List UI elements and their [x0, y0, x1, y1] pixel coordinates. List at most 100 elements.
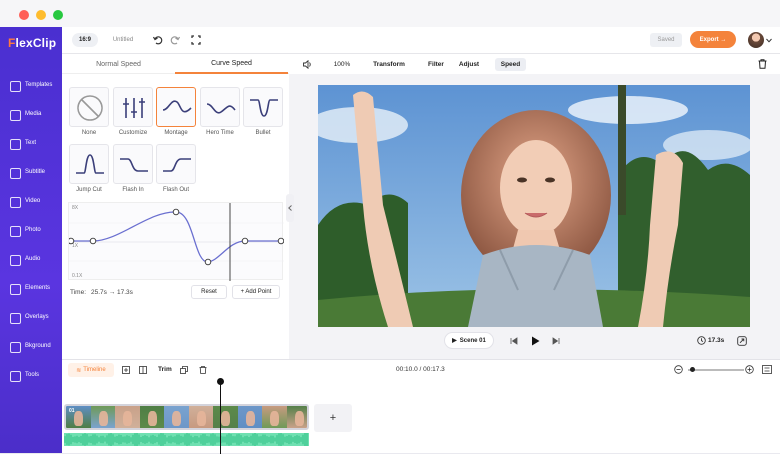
playhead-knob[interactable]: [217, 378, 224, 385]
subtitle-icon: [10, 168, 21, 179]
clip-thumbnail: [237, 406, 263, 428]
zoom-in-icon[interactable]: [745, 365, 754, 374]
photo-icon: [10, 226, 21, 237]
video-preview[interactable]: [318, 85, 750, 327]
fit-timeline-icon[interactable]: [762, 365, 772, 374]
tab-adjust[interactable]: Adjust: [455, 58, 483, 71]
close-window-dot[interactable]: [19, 10, 29, 20]
avatar[interactable]: [748, 32, 764, 48]
zoom-slider-handle[interactable]: [690, 367, 695, 372]
clip-thumbnail: [139, 406, 165, 428]
preset-curve-icon: [206, 103, 236, 114]
text-icon: [10, 139, 21, 150]
add-scene-icon[interactable]: [122, 366, 130, 374]
chevron-left-icon[interactable]: [288, 205, 292, 211]
audio-waveform[interactable]: [64, 433, 309, 446]
tab-transform[interactable]: Transform: [369, 58, 409, 71]
scene-selector[interactable]: ▶ Scene 01: [444, 332, 494, 349]
minimize-window-dot[interactable]: [36, 10, 46, 20]
speed-curve-line: [71, 211, 281, 263]
play-icon[interactable]: [531, 336, 540, 346]
sidebar-item-label: Bkground: [25, 343, 51, 349]
app-window: FlexClip Templates Media Text Subtitle Video…: [0, 0, 780, 454]
sidebar-item-label: Audio: [25, 256, 41, 262]
preset-none[interactable]: [69, 87, 109, 127]
sidebar-item-subtitle[interactable]: Subtitle: [0, 160, 62, 189]
maximize-window-dot[interactable]: [53, 10, 63, 20]
reset-button[interactable]: Reset: [191, 285, 227, 299]
sidebar-item-photo[interactable]: Photo: [0, 218, 62, 247]
project-name[interactable]: Untitled: [104, 33, 142, 47]
skip-forward-icon[interactable]: [552, 337, 560, 345]
redo-icon[interactable]: [170, 35, 180, 45]
curve-point: [89, 237, 97, 245]
sidebar-item-label: Subtitle: [25, 169, 46, 175]
tab-normal-speed[interactable]: Normal Speed: [62, 54, 175, 74]
preset-customize[interactable]: [113, 87, 153, 127]
preset-flash-out[interactable]: [156, 144, 196, 184]
y-label-top: 8X: [72, 205, 79, 211]
split-icon[interactable]: [139, 366, 147, 374]
add-point-button[interactable]: + Add Point: [232, 285, 280, 299]
tools-icon: [10, 371, 21, 382]
sidebar-item-video[interactable]: Video: [0, 189, 62, 218]
expand-icon[interactable]: [737, 336, 747, 346]
audio-icon: [10, 255, 21, 266]
time-label: Time:: [70, 289, 87, 296]
sidebar-item-overlays[interactable]: Overlays: [0, 305, 62, 334]
title-bar: [0, 0, 780, 27]
zoom-slider-track[interactable]: [688, 369, 744, 371]
sidebar-item-text[interactable]: Text: [0, 131, 62, 160]
trim-button[interactable]: Trim: [158, 366, 172, 373]
sidebar-item-label: Video: [25, 198, 41, 204]
y-label-bottom: 0.1X: [72, 273, 83, 279]
sidebar-item-media[interactable]: Media: [0, 102, 62, 131]
tab-curve-speed[interactable]: Curve Speed: [175, 54, 288, 74]
preset-jump-cut[interactable]: [69, 144, 109, 184]
preset-bullet[interactable]: [243, 87, 283, 127]
video-clip[interactable]: 01: [64, 404, 309, 430]
duration-label: 17.3s: [708, 337, 725, 344]
trash-icon[interactable]: [758, 59, 767, 69]
duplicate-icon[interactable]: [180, 366, 188, 374]
chevron-down-icon[interactable]: [766, 38, 772, 43]
clip-thumbnail: [286, 406, 307, 428]
add-clip-button[interactable]: +: [314, 404, 352, 432]
zoom-select[interactable]: 100%: [327, 58, 357, 71]
timeline-playhead[interactable]: [220, 380, 222, 454]
clip-thumbnail: [262, 406, 287, 428]
zoom-out-icon[interactable]: [674, 365, 683, 374]
fullscreen-icon[interactable]: [191, 35, 201, 45]
volume-icon[interactable]: [303, 60, 313, 69]
aspect-ratio-button[interactable]: 16:9: [72, 33, 98, 47]
sidebar-item-audio[interactable]: Audio: [0, 247, 62, 276]
sidebar-item-templates[interactable]: Templates: [0, 73, 62, 102]
preset-label: Jump Cut: [76, 187, 102, 193]
preset-curve-icon: [120, 158, 148, 172]
preset-flash-in[interactable]: [113, 144, 153, 184]
skip-back-icon[interactable]: [510, 337, 518, 345]
speed-curve-graph[interactable]: 8X 1X 0.1X: [67, 202, 285, 281]
background-icon: [10, 342, 21, 353]
clip-thumbnail: [115, 406, 140, 428]
export-button[interactable]: Export →: [690, 31, 736, 48]
preset-montage[interactable]: [156, 87, 196, 127]
preset-curve-icon: [162, 100, 192, 113]
tab-filter[interactable]: Filter: [423, 58, 449, 71]
editor-toolbar: 100% Transform Filter Adjust Speed: [289, 54, 780, 74]
top-bar: 16:9 Untitled Saved Export →: [62, 27, 780, 54]
undo-icon[interactable]: [153, 35, 163, 45]
sidebar-item-label: Media: [25, 111, 42, 117]
speed-curve-svg[interactable]: [67, 203, 285, 281]
sidebar-item-elements[interactable]: Elements: [0, 276, 62, 305]
delete-clip-icon[interactable]: [199, 366, 207, 374]
tab-speed[interactable]: Speed: [495, 58, 526, 71]
sidebar-item-tools[interactable]: Tools: [0, 363, 62, 392]
media-icon: [10, 110, 21, 121]
speed-panel: Normal Speed Curve Speed None Customize Mo…: [62, 54, 294, 359]
sidebar-item-bkground[interactable]: Bkground: [0, 334, 62, 363]
play-small-icon: ▶: [452, 338, 457, 344]
preset-label: Flash Out: [162, 187, 189, 193]
preset-hero-time[interactable]: [200, 87, 240, 127]
timeline-toggle-button[interactable]: ≋ Timeline: [68, 363, 114, 377]
